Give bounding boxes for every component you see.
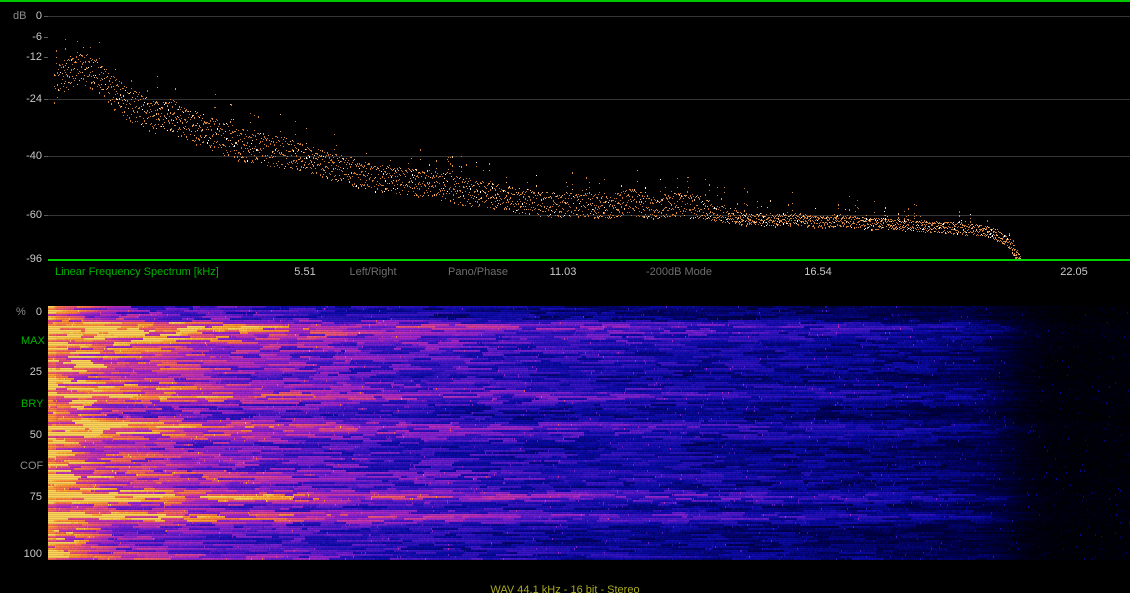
xtick-22-05: 22.05 (1060, 266, 1088, 278)
status-bar-text: WAV 44.1 kHz - 16 bit - Stereo (490, 584, 640, 593)
toggle-cof[interactable]: COF (20, 460, 43, 472)
spectrum-ytick-40dB: -40 (26, 150, 42, 162)
spectrogram-ytick-25: 25 (29, 366, 42, 378)
spectrogram-ytick-75: 75 (29, 491, 42, 503)
spectrum-baseline (48, 259, 1130, 261)
audio-analyzer-window: dB 0 -6 -12 -24 -40 -60 -96 Linear Frequ… (0, 0, 1130, 593)
xtick-16-54: 16.54 (804, 266, 832, 278)
spectrum-axis-title: Linear Frequency Spectrum [kHz] (55, 266, 219, 278)
spectrum-ytick-6dB: -6 (32, 31, 42, 43)
mode-pano-phase[interactable]: Pano/Phase (448, 266, 508, 278)
spectrogram-ytick-100: 100 (23, 548, 42, 560)
mode-200db[interactable]: -200dB Mode (646, 266, 712, 278)
spectrum-ytick-0dB: 0 (35, 10, 42, 22)
spectrum-ytick-96dB: -96 (26, 253, 42, 265)
spectrum-plot[interactable] (48, 8, 1130, 259)
spectrum-ytick-12dB: -12 (26, 51, 42, 63)
xtick-11-03: 11.03 (549, 266, 577, 278)
toggle-max[interactable]: MAX (21, 335, 45, 347)
spectrogram-plot[interactable] (48, 306, 1130, 560)
spectrogram-ytick-50: 50 (29, 429, 42, 441)
mode-left-right[interactable]: Left/Right (349, 266, 396, 278)
top-green-line (0, 0, 1130, 2)
spectrum-ytick-60dB: -60 (26, 209, 42, 221)
spectrum-ytick-24dB: -24 (26, 93, 42, 105)
toggle-bry[interactable]: BRY (21, 398, 43, 410)
xtick-5-51: 5.51 (294, 266, 316, 278)
spectrogram-ytick-0: 0 (35, 306, 42, 318)
